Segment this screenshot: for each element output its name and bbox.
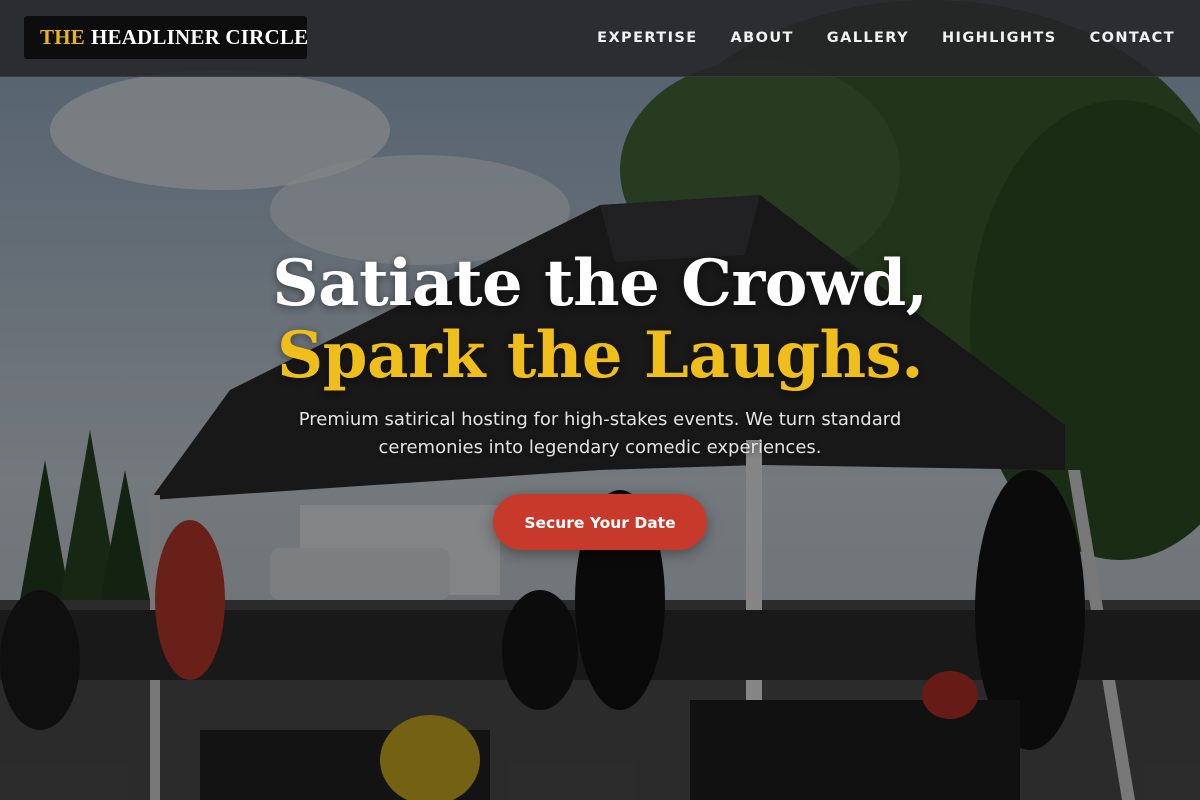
headline-line-1: Satiate the Crowd, — [272, 246, 928, 321]
logo-name-text: HEADLINER CIRCLE — [90, 25, 309, 49]
headline-line-2: Spark the Laughs. — [277, 318, 923, 393]
top-navbar: THE HEADLINER CIRCLE EXPERTISE ABOUT GAL… — [0, 0, 1200, 77]
main-nav: EXPERTISE ABOUT GALLERY HIGHLIGHTS CONTA… — [597, 0, 1175, 76]
hero-headline: Satiate the Crowd, Spark the Laughs. — [0, 248, 1200, 392]
nav-link-about[interactable]: ABOUT — [731, 30, 794, 46]
hero-content: Satiate the Crowd, Spark the Laughs. Pre… — [0, 248, 1200, 550]
secure-your-date-button[interactable]: Secure Your Date — [493, 494, 707, 550]
logo-accent-text: THE — [40, 25, 85, 49]
hero-section: Satiate the Crowd, Spark the Laughs. Pre… — [0, 0, 1200, 800]
site-logo[interactable]: THE HEADLINER CIRCLE — [24, 16, 309, 59]
hero-subtext: Premium satirical hosting for high-stake… — [298, 409, 902, 458]
nav-link-contact[interactable]: CONTACT — [1090, 30, 1175, 46]
nav-link-expertise[interactable]: EXPERTISE — [597, 30, 697, 46]
nav-link-gallery[interactable]: GALLERY — [827, 30, 909, 46]
nav-link-highlights[interactable]: HIGHLIGHTS — [942, 30, 1057, 46]
